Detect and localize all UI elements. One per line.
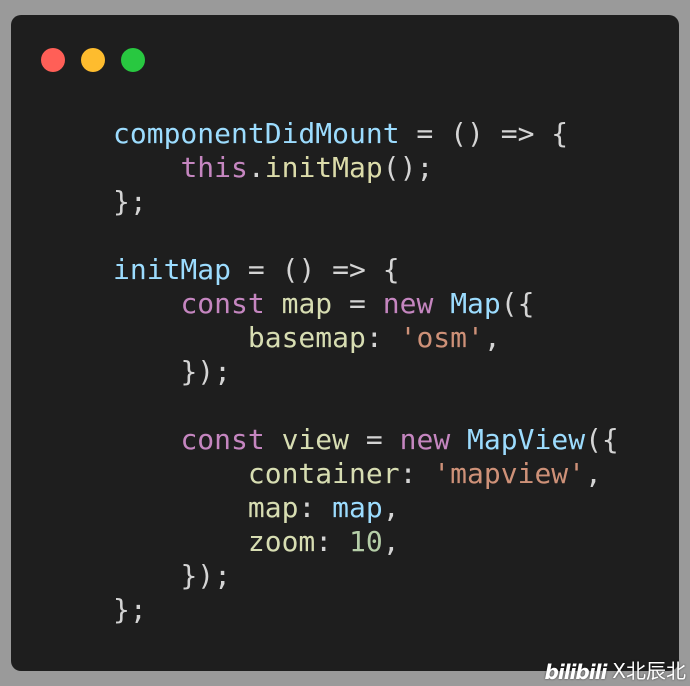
code-token: new [399,423,451,456]
page: componentDidMount = () => { this.initMap… [0,0,690,686]
watermark: bilibili X北辰北 [545,655,686,684]
watermark-text: X北辰北 [612,659,686,683]
code-token: }; [113,593,147,626]
code-token: initMap [113,253,232,286]
code-token: , [483,321,501,354]
code-token: container [247,457,400,490]
code-token: map [281,287,333,320]
code-token: = () => { [231,253,400,286]
code-token: 'osm' [399,321,484,354]
code-line: container: 'mapview', [113,457,619,491]
code-token: = [332,287,383,320]
code-line: zoom: 10, [113,525,619,559]
minimize-button[interactable] [81,48,105,72]
code-line: const map = new Map({ [113,287,619,321]
code-token: = () => { [399,117,569,150]
code-token: const [180,287,265,320]
code-token: }); [180,355,232,388]
code-token: }; [113,185,147,218]
code-token: 10 [349,525,383,558]
bilibili-logo: bilibili [544,660,608,684]
code-window: componentDidMount = () => { this.initMap… [11,15,679,671]
code-token: componentDidMount [113,117,400,150]
code-line: const view = new MapView({ [113,423,619,457]
code-token: map [247,491,299,524]
code-token: basemap [247,321,366,354]
code-token: : [298,491,333,524]
code-line: }); [113,559,619,593]
code-line: initMap = () => { [113,253,619,287]
code-line: }; [113,185,619,219]
code-token: MapView [467,423,586,456]
code-line: basemap: 'osm', [113,321,619,355]
code-token: : [399,457,434,490]
code-block: componentDidMount = () => { this.initMap… [113,117,619,627]
code-line: }; [113,593,619,627]
code-token: , [382,491,400,524]
code-line: }); [113,355,619,389]
code-token: . [247,151,265,184]
window-controls [41,48,145,72]
code-line: componentDidMount = () => { [113,117,619,151]
code-token: = [349,423,400,456]
code-token: : [365,321,400,354]
code-token: new [382,287,434,320]
code-token: 'mapview' [433,457,586,490]
code-token: , [585,457,602,490]
code-token: view [281,423,350,456]
code-token: initMap [264,151,383,184]
code-token: const [180,423,265,456]
code-token: ({ [500,287,535,320]
code-token: Map [450,287,501,320]
code-token: , [382,525,400,558]
code-token: this [180,151,248,184]
code-line: this.initMap(); [113,151,619,185]
code-token: zoom [247,525,316,558]
code-token: }); [180,559,232,592]
close-button[interactable] [41,48,65,72]
maximize-button[interactable] [121,48,145,72]
code-token: : [315,525,350,558]
code-token: (); [382,151,434,184]
code-token: map [332,491,383,524]
code-token: ({ [585,423,619,456]
code-line: map: map, [113,491,619,525]
